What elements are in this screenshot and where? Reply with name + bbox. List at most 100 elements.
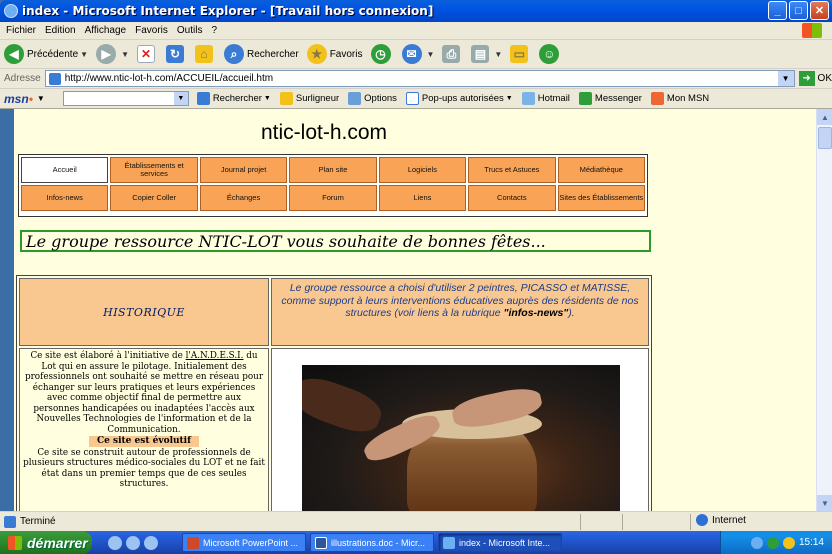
nav-etablissements[interactable]: Établissements et services [110,157,198,183]
quick-launch [108,535,158,550]
nav-echanges[interactable]: Échanges [199,185,288,211]
menu-affichage[interactable]: Affichage [85,25,127,36]
home-button[interactable]: ⌂ [195,45,216,63]
folder-icon: ▭ [510,45,529,63]
windows-logo-icon [802,23,822,38]
hotmail-button[interactable]: Hotmail [521,92,570,105]
chevron-down-icon[interactable]: ▼ [37,94,45,103]
messenger-label: Messenger [594,93,642,104]
msn-logo[interactable]: msn• [4,92,33,106]
outlook-quicklaunch-icon[interactable] [126,535,140,550]
menu-edition[interactable]: Edition [45,25,76,36]
window-title: index - Microsoft Internet Explorer - [T… [22,4,434,18]
word-icon [315,536,327,549]
vertical-scrollbar[interactable]: ▲ ▼ [816,109,832,511]
nav-infos-news[interactable]: Infos-news [21,185,109,211]
popups-button[interactable]: Pop-ups autorisées ▼ [405,92,513,105]
refresh-icon: ↻ [166,45,184,63]
favorites-button[interactable]: ★ Favoris [306,44,363,64]
address-url: http://www.ntic-lot-h.com/ACCUEIL/accuei… [64,73,274,84]
task-ie[interactable]: index - Microsoft Inte... [438,533,562,552]
scroll-up-icon[interactable]: ▲ [817,109,832,125]
history-button[interactable]: ◷ [370,44,394,64]
messenger-button-msn[interactable]: Messenger [578,92,642,105]
menu-outils[interactable]: Outils [177,25,203,36]
web-page: ntic-lot-h.com Accueil Établissements et… [14,109,816,511]
content-table: HISTORIQUE Le groupe ressource a choisi … [16,275,652,511]
andesi-link[interactable]: l'A.N.D.E.S.I. [186,351,244,361]
powerpoint-icon [187,536,199,549]
options-button[interactable]: Options [348,92,397,105]
nav-trucs[interactable]: Trucs et Astuces [468,157,556,183]
msn-search-input[interactable]: ▼ [62,91,189,106]
menu-fichier[interactable]: Fichier [6,25,36,36]
globe-icon [696,514,708,526]
msn-search-button[interactable]: Rechercher ▼ [196,92,271,105]
ie-quicklaunch-icon[interactable] [108,535,122,550]
task-powerpoint-label: Microsoft PowerPoint ... [203,537,299,548]
go-label: OK [817,73,832,84]
close-button[interactable]: ✕ [810,1,829,20]
mymsn-button[interactable]: Mon MSN [650,92,709,105]
clock: 15:14 [798,537,824,548]
edit-button[interactable]: ▤ ▼ [471,45,502,63]
task-powerpoint[interactable]: Microsoft PowerPoint ... [182,533,306,552]
historique-heading: HISTORIQUE [19,278,269,346]
chevron-down-icon[interactable]: ▼ [173,92,188,105]
nav-logiciels[interactable]: Logiciels [378,157,467,183]
minimize-button[interactable]: _ [768,1,787,20]
nav-forum[interactable]: Forum [289,185,377,211]
start-button[interactable]: démarrer [0,531,92,554]
greeting-banner: Le groupe ressource NTIC-LOT vous souhai… [20,230,651,252]
nav-plan-site[interactable]: Plan site [289,157,377,183]
go-button[interactable]: ➜ OK [798,71,832,86]
nav-mediatheque[interactable]: Médiathèque [557,157,645,183]
volume-icon[interactable] [782,536,795,549]
refresh-button[interactable]: ↻ [166,45,187,63]
menu-help[interactable]: ? [211,25,217,36]
site-nav: Accueil Établissements et services Journ… [18,154,648,217]
photo-cell [271,348,649,511]
popups-label: Pop-ups autorisées [421,93,504,104]
nav-liens[interactable]: Liens [378,185,467,211]
nav-copier-coller[interactable]: Copier Coller [110,185,198,211]
system-tray: 15:14 [720,531,832,554]
page-icon [48,72,61,85]
intro-text: Le groupe ressource a choisi d'utiliser … [271,278,649,346]
nav-contacts[interactable]: Contacts [468,185,556,211]
search-button[interactable]: ⌕ Rechercher [224,44,299,64]
stop-button[interactable]: ✕ [137,45,158,63]
options-icon [348,92,362,105]
maximize-button[interactable]: □ [789,1,808,20]
highlight-button[interactable]: Surligneur [279,92,339,105]
mail-icon [521,92,535,105]
stop-icon: ✕ [137,45,155,63]
browser-viewport: ntic-lot-h.com Accueil Établissements et… [0,109,832,511]
msn-search-label: Rechercher [212,93,262,104]
infos-news-link[interactable]: "infos-news" [503,307,568,319]
messenger-tray-icon[interactable] [766,536,779,549]
print-button[interactable]: ⎙ [442,45,463,63]
messenger-button[interactable]: ☺ [539,44,562,64]
intro-end: ). [568,307,575,319]
chevron-down-icon[interactable]: ▼ [777,71,794,86]
scroll-down-icon[interactable]: ▼ [817,495,832,511]
chevron-down-icon: ▼ [426,49,435,59]
chevron-down-icon: ▼ [121,49,129,59]
media-quicklaunch-icon[interactable] [144,535,158,550]
task-word[interactable]: illustrations.doc - Micr... [310,533,434,552]
nav-journal[interactable]: Journal projet [199,157,288,183]
folder-button[interactable]: ▭ [510,45,531,63]
nav-accueil[interactable]: Accueil [21,157,109,183]
scroll-thumb[interactable] [818,127,832,149]
back-button[interactable]: ◀ Précédente ▼ [4,44,88,64]
evolutif-label: Ce site est évolutif [89,436,199,447]
network-icon[interactable] [750,536,763,549]
nav-sites[interactable]: Sites des Établissements [557,185,645,211]
address-input[interactable]: http://www.ntic-lot-h.com/ACCUEIL/accuei… [44,70,795,87]
menu-bar: Fichier Edition Affichage Favoris Outils… [0,22,832,40]
mail-button[interactable]: ✉ ▼ [401,44,435,64]
history-p2: Ce site se construit autour de professio… [23,447,265,490]
forward-button[interactable]: ▶ ▼ [96,44,129,64]
menu-favoris[interactable]: Favoris [135,25,168,36]
